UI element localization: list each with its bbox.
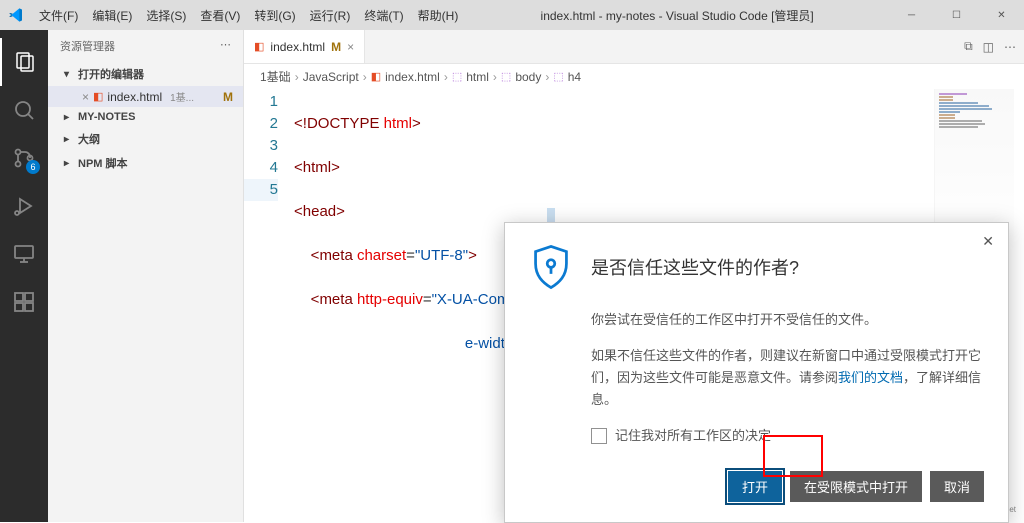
minimize-button[interactable]: ─	[889, 0, 934, 30]
close-window-button[interactable]: ✕	[979, 0, 1024, 30]
open-editors-section[interactable]: ▾打开的编辑器	[48, 62, 243, 86]
cancel-button[interactable]: 取消	[930, 471, 984, 502]
title-bar: 文件(F) 编辑(E) 选择(S) 查看(V) 转到(G) 运行(R) 终端(T…	[0, 0, 1024, 30]
dialog-body: 你尝试在受信任的工作区中打开不受信任的文件。 如果不信任这些文件的作者，则建议在…	[591, 309, 984, 447]
folder-section[interactable]: ▸MY-NOTES	[48, 107, 243, 127]
chevron-right-icon: ▸	[64, 158, 76, 169]
element-icon: ⬚	[452, 70, 462, 83]
modified-indicator: M	[331, 40, 341, 54]
open-editor-item[interactable]: × ◧ index.html 1基... M	[48, 86, 243, 107]
menu-go[interactable]: 转到(G)	[247, 7, 302, 24]
extensions-icon[interactable]	[0, 278, 48, 326]
explorer-icon[interactable]	[0, 38, 48, 86]
menu-view[interactable]: 查看(V)	[193, 7, 247, 24]
search-icon[interactable]	[0, 86, 48, 134]
shield-icon	[529, 243, 573, 291]
maximize-button[interactable]: ☐	[934, 0, 979, 30]
menu-run[interactable]: 运行(R)	[303, 7, 358, 24]
menu-terminal[interactable]: 终端(T)	[357, 7, 410, 24]
breadcrumbs[interactable]: 1基础› JavaScript› ◧index.html› ⬚html› ⬚bo…	[244, 64, 1024, 89]
html-file-icon: ◧	[371, 70, 381, 83]
open-restricted-button[interactable]: 在受限模式中打开	[790, 471, 922, 502]
npm-section[interactable]: ▸NPM 脚本	[48, 151, 243, 175]
checkbox-label: 记住我对所有工作区的决定	[615, 425, 771, 447]
element-icon: ⬚	[501, 70, 511, 83]
docs-link[interactable]: 我们的文档	[838, 370, 903, 385]
split-icon[interactable]: ◫	[983, 40, 994, 54]
element-icon: ⬚	[553, 70, 563, 83]
compare-icon[interactable]: ⧉	[964, 39, 973, 54]
sidebar: 资源管理器 ⋯ ▾打开的编辑器 × ◧ index.html 1基... M ▸…	[48, 30, 244, 522]
activity-bar: 6	[0, 30, 48, 522]
more-icon[interactable]: ⋯	[220, 38, 231, 54]
menu-help[interactable]: 帮助(H)	[411, 7, 466, 24]
dialog-title: 是否信任这些文件的作者?	[591, 254, 799, 280]
editor-tabs: ◧ index.html M × ⧉ ◫ ⋯	[244, 30, 1024, 64]
remote-icon[interactable]	[0, 230, 48, 278]
close-icon[interactable]: ×	[82, 90, 89, 104]
open-button[interactable]: 打开	[728, 471, 782, 502]
more-icon[interactable]: ⋯	[1004, 40, 1016, 54]
line-numbers: 12345	[244, 91, 294, 522]
outline-section[interactable]: ▸大纲	[48, 127, 243, 151]
editor-area: ◧ index.html M × ⧉ ◫ ⋯ 1基础› JavaScript› …	[244, 30, 1024, 522]
menu-edit[interactable]: 编辑(E)	[85, 7, 139, 24]
scm-badge: 6	[26, 160, 40, 174]
html-file-icon: ◧	[93, 90, 103, 103]
menu-file[interactable]: 文件(F)	[32, 7, 85, 24]
chevron-right-icon: ▸	[64, 112, 76, 123]
html-file-icon: ◧	[254, 40, 264, 53]
chevron-down-icon: ▾	[64, 69, 76, 80]
remember-checkbox[interactable]	[591, 428, 607, 444]
modified-indicator: M	[223, 90, 233, 104]
tab-index-html[interactable]: ◧ index.html M ×	[244, 30, 365, 63]
close-dialog-icon[interactable]: ✕	[982, 233, 994, 250]
trust-dialog: ✕ 是否信任这些文件的作者? 你尝试在受信任的工作区中打开不受信任的文件。 如果…	[504, 222, 1009, 523]
source-control-icon[interactable]: 6	[0, 134, 48, 182]
menu-selection[interactable]: 选择(S)	[139, 7, 193, 24]
run-debug-icon[interactable]	[0, 182, 48, 230]
chevron-right-icon: ▸	[64, 134, 76, 145]
window-title: index.html - my-notes - Visual Studio Co…	[465, 7, 889, 24]
vscode-logo-icon	[8, 7, 24, 23]
close-tab-icon[interactable]: ×	[347, 40, 354, 54]
sidebar-title: 资源管理器 ⋯	[48, 30, 243, 62]
